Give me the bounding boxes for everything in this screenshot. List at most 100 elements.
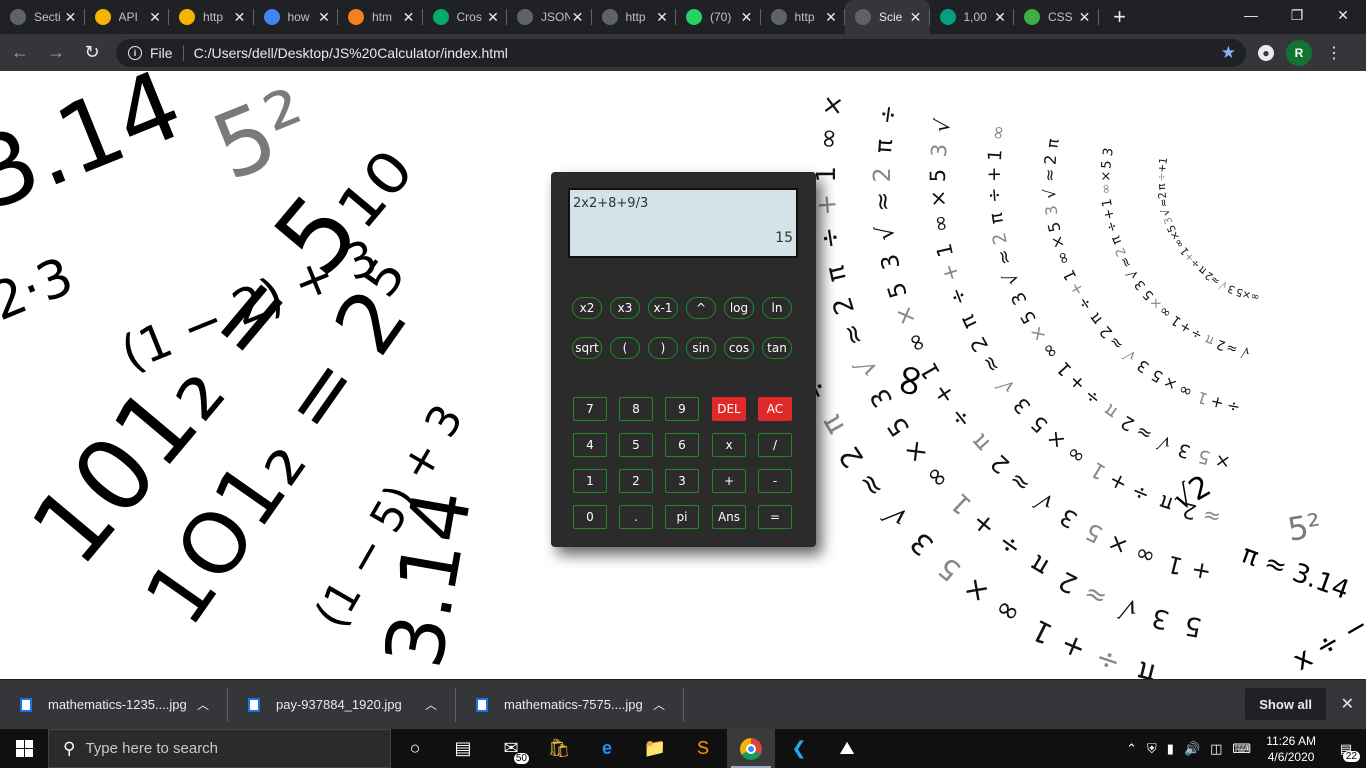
browser-tab[interactable]: http ✕: [761, 0, 846, 34]
task-view-icon[interactable]: ▤: [439, 729, 487, 768]
sci-key-1-2[interactable]: ): [648, 337, 678, 359]
close-tab-icon[interactable]: ✕: [992, 9, 1008, 26]
close-downloads-icon[interactable]: ✕: [1341, 694, 1354, 714]
browser-tab[interactable]: CSS ✕: [1014, 0, 1099, 34]
close-tab-icon[interactable]: ✕: [908, 9, 924, 26]
num-key-2-0[interactable]: 1: [573, 469, 607, 493]
edge-app-icon[interactable]: e: [583, 729, 631, 768]
taskbar-search-box[interactable]: ⚲ Type here to search: [48, 729, 391, 768]
back-button[interactable]: ←: [4, 37, 36, 69]
num-key-1-1[interactable]: 5: [619, 433, 653, 457]
browser-tab[interactable]: http ✕: [169, 0, 254, 34]
clock[interactable]: 11:26 AM 4/6/2020: [1266, 733, 1316, 765]
num-key-3-0[interactable]: 0: [573, 505, 607, 529]
num-key-3-4[interactable]: =: [758, 505, 792, 529]
info-icon[interactable]: i: [128, 45, 142, 60]
close-tab-icon[interactable]: ✕: [739, 9, 755, 26]
sci-key-0-2[interactable]: x-1: [648, 297, 678, 319]
sci-key-0-3[interactable]: ^: [686, 297, 716, 319]
new-tab-button[interactable]: +: [1105, 0, 1135, 34]
download-item[interactable]: pay-937884_1920.jpg ︿: [228, 687, 456, 722]
kebab-menu-icon[interactable]: ⋮: [1326, 43, 1342, 63]
sci-key-0-1[interactable]: x3: [610, 297, 640, 319]
num-key-2-3[interactable]: +: [712, 469, 746, 493]
num-key-1-3[interactable]: x: [712, 433, 746, 457]
num-key-1-0[interactable]: 4: [573, 433, 607, 457]
num-key-0-1[interactable]: 8: [619, 397, 653, 421]
action-center-button[interactable]: ▤ 22: [1326, 729, 1366, 768]
restore-button[interactable]: ❐: [1274, 0, 1320, 30]
sci-key-1-3[interactable]: sin: [686, 337, 716, 359]
close-tab-icon[interactable]: ✕: [654, 9, 670, 26]
file-explorer-icon[interactable]: 📁: [631, 729, 679, 768]
num-key-0-4[interactable]: AC: [758, 397, 792, 421]
cortana-icon[interactable]: ○: [391, 729, 439, 768]
keyboard-icon[interactable]: ⌨: [1232, 741, 1251, 757]
num-key-2-1[interactable]: 2: [619, 469, 653, 493]
sci-key-0-0[interactable]: x2: [572, 297, 602, 319]
sci-key-0-5[interactable]: ln: [762, 297, 792, 319]
sci-key-1-4[interactable]: cos: [724, 337, 754, 359]
browser-tab[interactable]: JSON ✕: [507, 0, 592, 34]
num-key-0-2[interactable]: 9: [665, 397, 699, 421]
num-key-0-3[interactable]: DEL: [712, 397, 746, 421]
chevron-up-icon[interactable]: ︿: [425, 696, 437, 713]
browser-tab[interactable]: http ✕: [592, 0, 677, 34]
network-icon[interactable]: ◫: [1210, 741, 1222, 757]
show-all-button[interactable]: Show all: [1245, 688, 1326, 720]
num-key-3-2[interactable]: pi: [665, 505, 699, 529]
show-hidden-icons-icon[interactable]: ⌃: [1126, 741, 1137, 757]
browser-tab[interactable]: how ✕: [254, 0, 339, 34]
sublime-text-icon[interactable]: S: [679, 729, 727, 768]
num-key-0-0[interactable]: 7: [573, 397, 607, 421]
sci-key-1-0[interactable]: sqrt: [572, 337, 602, 359]
close-tab-icon[interactable]: ✕: [823, 9, 839, 26]
volume-icon[interactable]: 🔊: [1184, 741, 1200, 757]
num-key-1-4[interactable]: /: [758, 433, 792, 457]
browser-tab[interactable]: htm ✕: [338, 0, 423, 34]
sci-key-1-5[interactable]: tan: [762, 337, 792, 359]
close-tab-icon[interactable]: ✕: [63, 9, 79, 26]
minimize-button[interactable]: —: [1228, 0, 1274, 30]
num-key-3-1[interactable]: .: [619, 505, 653, 529]
browser-tab[interactable]: Scie ✕: [845, 0, 930, 34]
vscode-app-icon[interactable]: ❮: [775, 729, 823, 768]
close-tab-icon[interactable]: ✕: [147, 9, 163, 26]
close-tab-icon[interactable]: ✕: [485, 9, 501, 26]
close-tab-icon[interactable]: ✕: [232, 9, 248, 26]
num-key-1-2[interactable]: 6: [665, 433, 699, 457]
close-tab-icon[interactable]: ✕: [316, 9, 332, 26]
chevron-up-icon[interactable]: ︿: [653, 696, 665, 713]
close-tab-icon[interactable]: ✕: [401, 9, 417, 26]
security-icon[interactable]: ⛨: [1147, 741, 1157, 757]
url-text[interactable]: C:/Users/dell/Desktop/JS%20Calculator/in…: [194, 45, 1221, 61]
sci-key-1-1[interactable]: (: [610, 337, 640, 359]
bookmark-star-icon[interactable]: ★: [1221, 43, 1236, 63]
browser-tab[interactable]: Secti ✕: [0, 0, 85, 34]
num-key-3-3[interactable]: Ans: [712, 505, 746, 529]
reload-button[interactable]: ↻: [76, 37, 108, 69]
store-app-icon[interactable]: 🛍: [535, 729, 583, 768]
chrome-app-icon[interactable]: [727, 729, 775, 768]
battery-icon[interactable]: ▮: [1167, 741, 1174, 757]
browser-tab[interactable]: 1,00 ✕: [930, 0, 1015, 34]
num-key-2-4[interactable]: -: [758, 469, 792, 493]
download-item[interactable]: mathematics-7575....jpg ︿: [456, 687, 684, 722]
download-item[interactable]: mathematics-1235....jpg ︿: [0, 687, 228, 722]
forward-button[interactable]: →: [40, 37, 72, 69]
extension-icon[interactable]: ●: [1258, 44, 1274, 61]
mail-app-icon[interactable]: ✉ 50: [487, 729, 535, 768]
close-tab-icon[interactable]: ✕: [1077, 9, 1093, 26]
address-bar[interactable]: i File C:/Users/dell/Desktop/JS%20Calcul…: [116, 38, 1246, 67]
profile-avatar[interactable]: R: [1286, 39, 1312, 66]
chevron-up-icon[interactable]: ︿: [197, 696, 209, 713]
sci-key-0-4[interactable]: log: [724, 297, 754, 319]
photos-app-icon[interactable]: ⛰: [823, 729, 871, 768]
browser-tab[interactable]: Cros ✕: [423, 0, 508, 34]
browser-tab[interactable]: API ✕: [85, 0, 170, 34]
num-key-2-2[interactable]: 3: [665, 469, 699, 493]
start-button[interactable]: [0, 729, 48, 768]
close-tab-icon[interactable]: ✕: [570, 9, 586, 26]
close-window-button[interactable]: ✕: [1320, 0, 1366, 30]
browser-tab[interactable]: (70) ✕: [676, 0, 761, 34]
